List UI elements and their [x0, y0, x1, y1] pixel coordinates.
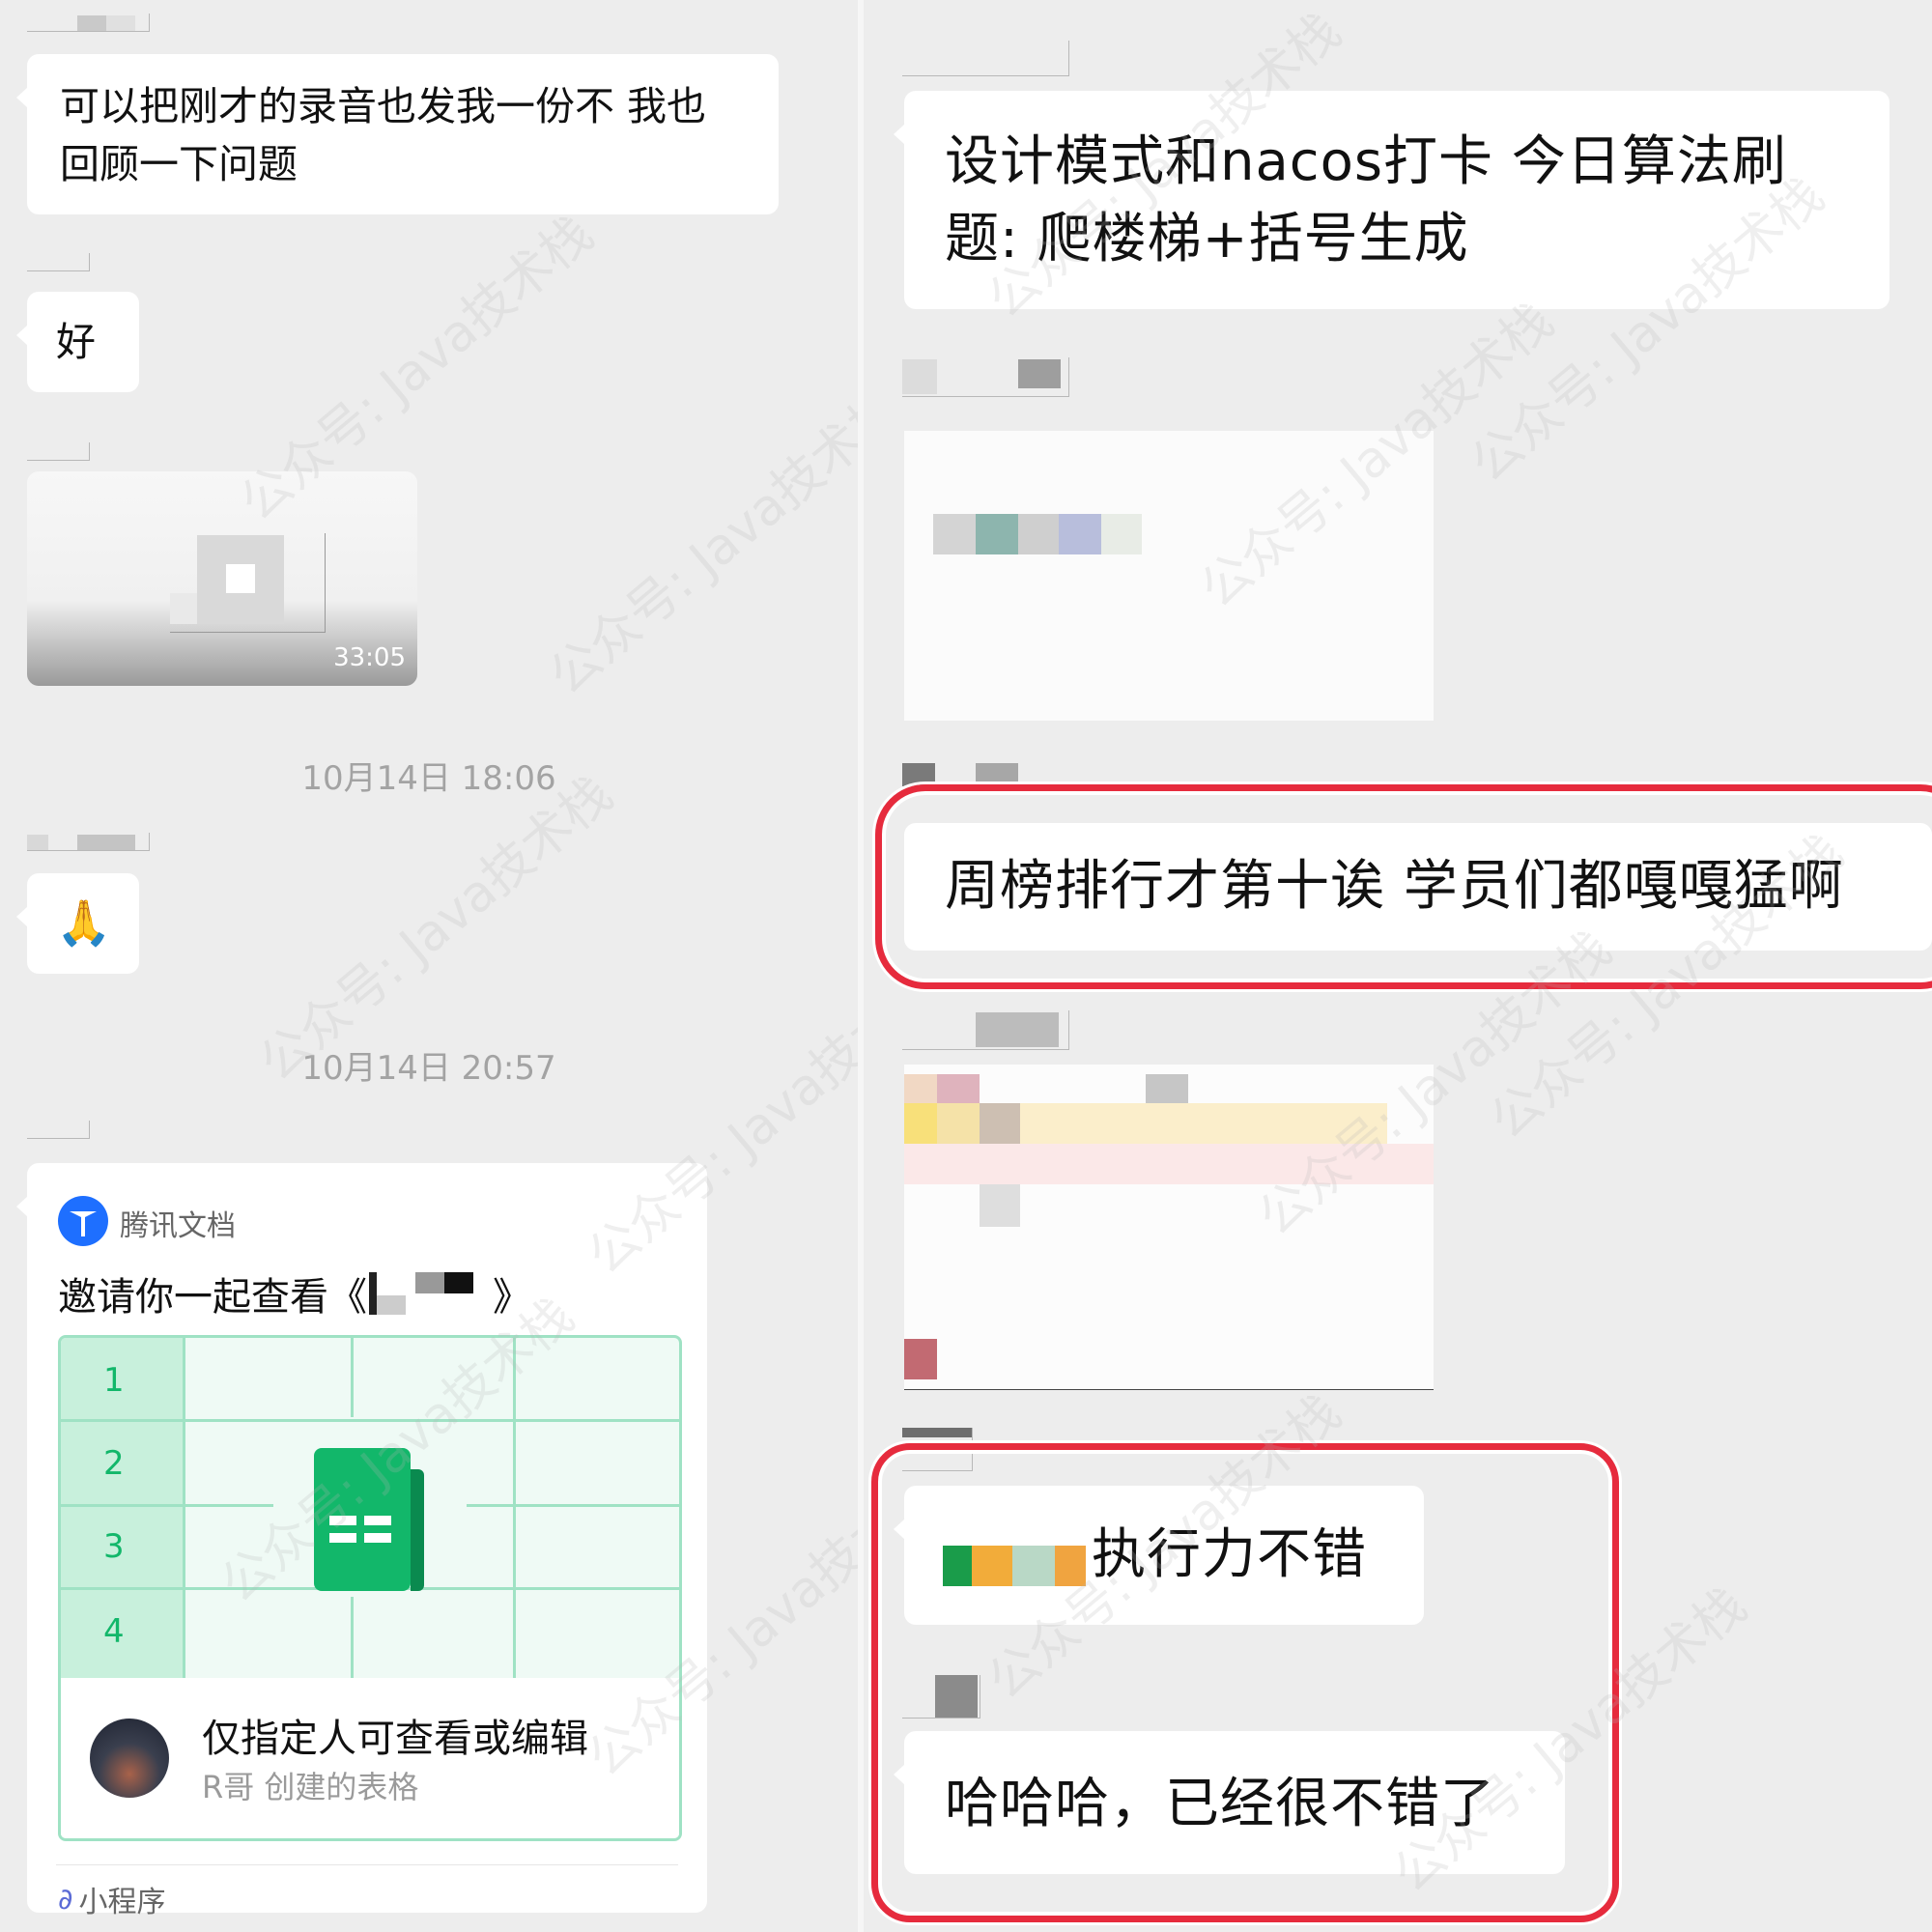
- sender-name-mosaic: [27, 14, 150, 32]
- invite-prefix: 邀请你一起查看《: [58, 1275, 367, 1320]
- row-number: 3: [103, 1527, 125, 1566]
- doc-preview: 1 2 3 4 仅指定人可查看或编辑 R哥 创建的表格: [58, 1335, 682, 1841]
- doc-permission-text: 仅指定人可查看或编辑: [202, 1717, 588, 1761]
- doc-title-mosaic: [367, 1272, 493, 1315]
- mini-program-label: 小程序: [78, 1886, 166, 1919]
- timestamp: 10月14日 20:57: [301, 1049, 556, 1088]
- sender-name-mosaic: [902, 41, 1069, 76]
- row-number: 4: [103, 1612, 125, 1651]
- tencent-docs-logo-icon: [58, 1196, 108, 1246]
- message-bubble-emoji[interactable]: 🙏: [16, 873, 139, 974]
- message-text-line1: 设计模式和nacos打卡 今日算法刷: [945, 130, 1787, 193]
- message-bubble-ok[interactable]: 好: [16, 292, 139, 392]
- mini-program-footer: ∂ 小程序: [58, 1878, 166, 1920]
- row-number: 1: [103, 1361, 125, 1400]
- right-chat-panel: 设计模式和nacos打卡 今日算法刷 题: 爬楼梯+括号生成 周榜排行才第十诶 …: [864, 0, 1932, 1932]
- doc-creator-text: R哥 创建的表格: [202, 1769, 419, 1805]
- thanks-emoji-icon: 🙏: [56, 896, 112, 949]
- message-text-line2: 回顾一下问题: [60, 141, 298, 187]
- sender-name-mosaic: [902, 357, 1069, 397]
- message-text-line2: 题: 爬楼梯+括号生成: [945, 208, 1469, 270]
- spreadsheet-icon: [314, 1448, 424, 1591]
- row-number: 2: [103, 1444, 125, 1483]
- mini-program-icon: ∂: [58, 1882, 73, 1917]
- message-text: 好: [56, 319, 96, 365]
- message-text-line1: 可以把刚才的录音也发我一份不 我也: [60, 83, 707, 129]
- sender-name-mosaic: [902, 1010, 1069, 1050]
- image-message-mosaic[interactable]: [904, 1065, 1434, 1390]
- sender-name-mosaic: [27, 253, 90, 271]
- sender-name-mosaic: [27, 1121, 90, 1139]
- sender-name-mosaic: [27, 442, 90, 461]
- invite-suffix: 》: [493, 1275, 531, 1320]
- avatar: [90, 1719, 169, 1798]
- watermark: 公众号: Java技术栈: [538, 379, 858, 707]
- highlight-box: [871, 1443, 1619, 1922]
- video-duration: 33:05: [333, 643, 406, 672]
- video-message[interactable]: 33:05: [27, 471, 417, 686]
- highlight-box: [875, 784, 1932, 989]
- doc-app-name: 腾讯文档: [120, 1209, 236, 1243]
- doc-invite-title: 邀请你一起查看《 》: [58, 1265, 531, 1321]
- sender-name-mosaic: [902, 763, 1068, 786]
- video-thumbnail-mosaic: [170, 533, 326, 633]
- left-chat-panel: 可以把刚才的录音也发我一份不 我也 回顾一下问题 好 33:05 10月14日 …: [0, 0, 858, 1932]
- image-message-mosaic[interactable]: [904, 431, 1434, 721]
- tencent-doc-card[interactable]: 腾讯文档 邀请你一起查看《 》 1 2 3 4 仅指定人可查看或编辑 R哥 创建…: [16, 1163, 707, 1919]
- timestamp: 10月14日 18:06: [301, 759, 556, 798]
- message-bubble-recording-request[interactable]: 可以把刚才的录音也发我一份不 我也 回顾一下问题: [16, 54, 779, 214]
- message-bubble-checkin[interactable]: 设计模式和nacos打卡 今日算法刷 题: 爬楼梯+括号生成: [894, 91, 1889, 309]
- sender-name-mosaic: [27, 833, 150, 851]
